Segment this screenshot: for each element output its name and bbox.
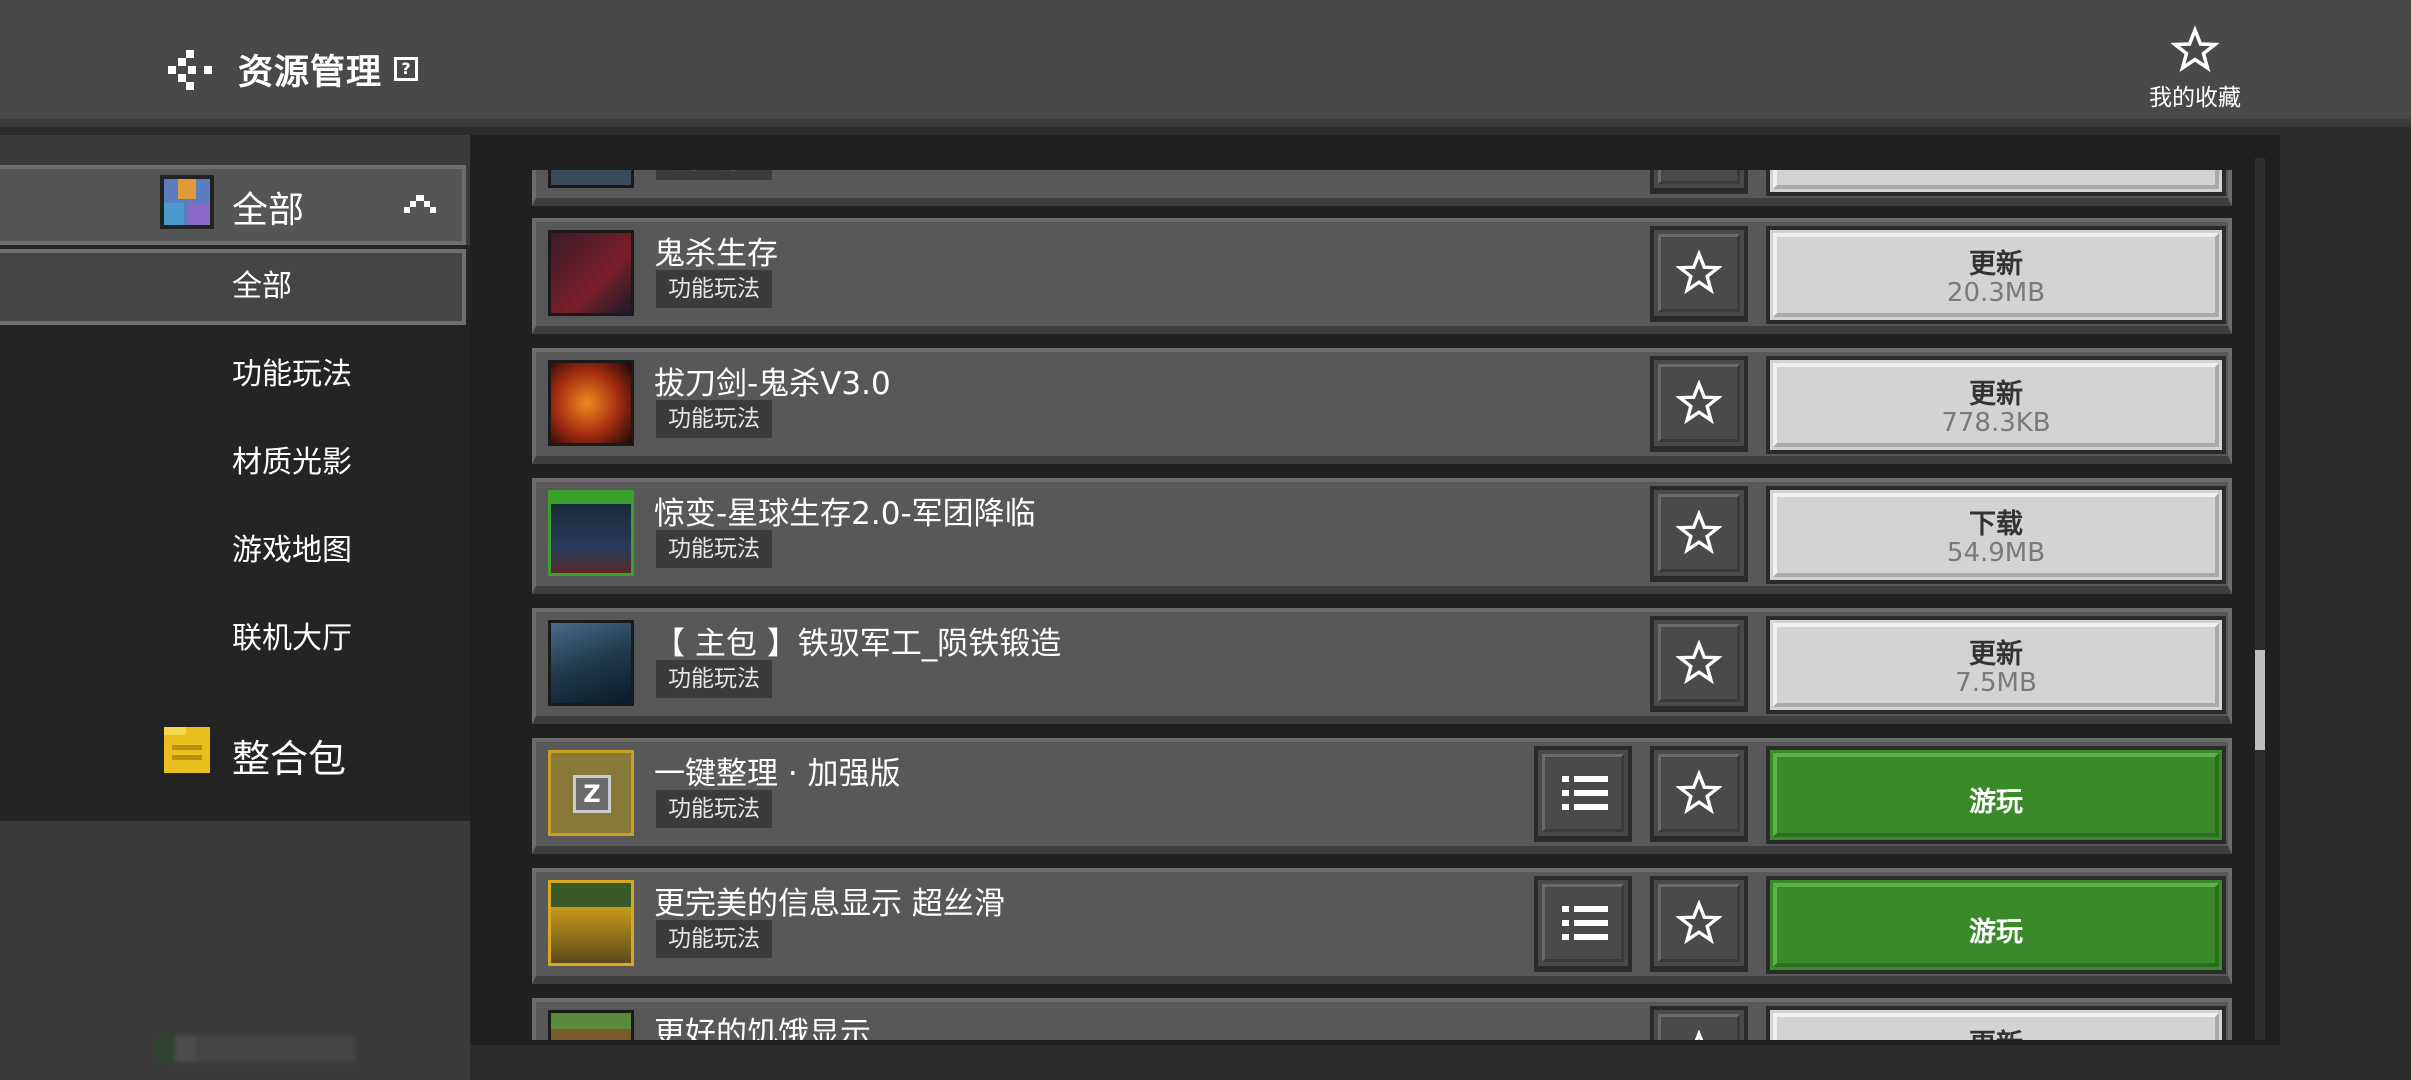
resource-title: 更好的饥饿显示 (654, 1016, 871, 1040)
resource-thumbnail (548, 360, 634, 446)
resource-tag: 功能玩法 (656, 400, 772, 438)
settings-menu-button[interactable] (1534, 746, 1632, 842)
settings-menu-button[interactable] (1534, 876, 1632, 972)
action-label: 游玩 (1969, 787, 2023, 818)
sidebar-item-textures[interactable]: 材质光影 (0, 425, 466, 501)
category-all-icon (160, 175, 214, 229)
download-button[interactable]: 下载 54.9MB (1766, 486, 2226, 584)
sidebar-item-multiplayer[interactable]: 联机大厅 (0, 601, 466, 677)
help-icon[interactable]: ? (394, 57, 418, 81)
list-item[interactable]: 功能玩法 (532, 170, 2232, 206)
star-outline-icon (1676, 770, 1722, 815)
chevron-up-icon[interactable] (403, 193, 437, 215)
update-button[interactable]: 更新 7.5MB (1766, 616, 2226, 714)
favorite-button[interactable] (1650, 876, 1748, 972)
action-label: 更新 (1969, 639, 2023, 670)
scrollbar-thumb[interactable] (2255, 650, 2265, 750)
file-size: 7.5MB (1955, 668, 2037, 698)
resource-tag: 功能玩法 (656, 530, 772, 568)
sidebar: 全部 全部 功能玩法 材质光影 游戏地图 联机大厅 整合包 (0, 135, 470, 1080)
modpack-label[interactable]: 整合包 (232, 728, 346, 783)
resource-thumbnail (548, 170, 634, 188)
resource-title: 鬼杀生存 (654, 236, 778, 272)
list-menu-icon (1562, 776, 1608, 810)
favorite-button[interactable] (1650, 226, 1748, 322)
resource-list: 功能玩法 鬼杀生存 功能玩法 更新 20.3MB 拔刀剑-鬼杀V3.0 功能玩法… (530, 170, 2240, 1040)
page-title: 资源管理 (238, 53, 383, 93)
favorites-button[interactable]: 我的收藏 (2130, 26, 2260, 116)
action-label: 游玩 (1969, 917, 2023, 948)
action-label: 更新 (1969, 249, 2023, 280)
file-size: 20.3MB (1946, 278, 2046, 308)
star-outline-icon (2171, 26, 2219, 73)
favorite-button[interactable] (1650, 486, 1748, 582)
list-item[interactable]: 惊变-星球生存2.0-军团降临 功能玩法 下载 54.9MB (532, 478, 2232, 594)
play-button[interactable]: 游玩 (1766, 746, 2226, 844)
category-all-label: 全部 (232, 190, 305, 231)
favorite-button[interactable] (1650, 1006, 1748, 1040)
resource-thumbnail (548, 230, 634, 316)
action-label: 更新 (1770, 1022, 2222, 1040)
file-size: 54.9MB (1946, 538, 2046, 568)
favorite-button[interactable] (1650, 356, 1748, 452)
resource-tag: 功能玩法 (656, 790, 772, 828)
resource-title: 拔刀剑-鬼杀V3.0 (654, 366, 891, 402)
back-arrow-icon[interactable] (166, 46, 216, 92)
resource-thumbnail (548, 490, 634, 576)
list-item[interactable]: 鬼杀生存 功能玩法 更新 20.3MB (532, 218, 2232, 334)
list-item[interactable]: 更完美的信息显示 超丝滑 功能玩法 游玩 (532, 868, 2232, 984)
favorite-button[interactable] (1650, 746, 1748, 842)
star-outline-icon (1676, 380, 1722, 425)
star-outline-icon (1676, 640, 1722, 685)
sidebar-item-gameplay[interactable]: 功能玩法 (0, 337, 466, 413)
play-button[interactable]: 游玩 (1766, 876, 2226, 974)
blurred-user-info (155, 1036, 355, 1062)
list-item[interactable]: 更好的饥饿显示 更新 (532, 998, 2232, 1040)
top-bar: 资源管理 ? 我的收藏 (0, 0, 2411, 127)
star-outline-icon (1694, 1030, 1704, 1040)
update-button[interactable]: 更新 (1766, 1006, 2226, 1040)
resource-thumbnail (548, 620, 634, 706)
sidebar-item-all[interactable]: 全部 (0, 249, 466, 325)
resource-title: 一键整理 · 加强版 (654, 756, 901, 792)
resource-thumbnail (548, 880, 634, 966)
modpack-icon (160, 723, 214, 777)
resource-tag: 功能玩法 (656, 920, 772, 958)
action-label: 更新 (1969, 379, 2023, 410)
resource-tag: 功能玩法 (656, 170, 772, 180)
resource-title: 更完美的信息显示 超丝滑 (654, 886, 1005, 922)
list-menu-icon (1562, 906, 1608, 940)
resource-thumbnail (548, 1010, 634, 1040)
list-item[interactable]: 【 主包 】铁驭军工_陨铁锻造 功能玩法 更新 7.5MB (532, 608, 2232, 724)
file-size: 778.3KB (1941, 408, 2051, 438)
resource-title: 惊变-星球生存2.0-军团降临 (654, 496, 1036, 532)
favorites-label: 我的收藏 (2149, 85, 2241, 111)
star-outline-icon (1676, 510, 1722, 555)
resource-title: 【 主包 】铁驭军工_陨铁锻造 (654, 626, 1062, 662)
resource-thumbnail: Z (548, 750, 634, 836)
update-button[interactable]: 更新 778.3KB (1766, 356, 2226, 454)
update-button[interactable]: 更新 20.3MB (1766, 226, 2226, 324)
list-item[interactable]: 拔刀剑-鬼杀V3.0 功能玩法 更新 778.3KB (532, 348, 2232, 464)
action-label: 下载 (1969, 509, 2023, 540)
star-outline-icon (1676, 900, 1722, 945)
favorite-button[interactable] (1650, 170, 1748, 194)
resource-tag: 功能玩法 (656, 270, 772, 308)
star-outline-icon (1676, 250, 1722, 295)
scrollbar-track[interactable] (2255, 158, 2265, 1040)
resource-tag: 功能玩法 (656, 660, 772, 698)
favorite-button[interactable] (1650, 616, 1748, 712)
sidebar-item-maps[interactable]: 游戏地图 (0, 513, 466, 589)
list-item[interactable]: Z 一键整理 · 加强版 功能玩法 游玩 (532, 738, 2232, 854)
action-button[interactable] (1766, 170, 2226, 196)
